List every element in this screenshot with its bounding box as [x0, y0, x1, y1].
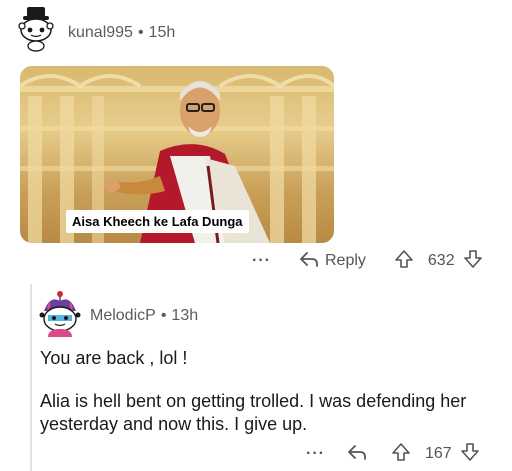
downvote-arrow-icon[interactable] — [460, 442, 480, 467]
username[interactable]: MelodicP — [90, 307, 156, 324]
more-options-button[interactable]: ··· — [252, 252, 271, 270]
thread-line[interactable] — [30, 284, 32, 471]
comment-actions: ··· Reply 632 — [252, 248, 483, 274]
comment-age: 13h — [171, 307, 199, 324]
user-avatar-snoo[interactable] — [36, 289, 84, 339]
separator-dot: • — [137, 24, 144, 41]
vote-count: 167 — [424, 445, 452, 462]
comment-actions: ··· 167 — [306, 441, 480, 467]
vote-count: 632 — [427, 252, 455, 269]
snoo-avatar-icon — [39, 291, 81, 337]
reply-arrow-icon[interactable] — [347, 443, 367, 466]
reply-button-label[interactable]: Reply — [325, 252, 366, 270]
comment-meta: MelodicP • 13h — [90, 307, 198, 325]
more-options-button[interactable]: ··· — [306, 445, 325, 463]
user-avatar-snoo[interactable] — [14, 6, 58, 52]
upvote-arrow-icon[interactable] — [391, 442, 411, 467]
snoo-avatar-icon — [18, 7, 54, 52]
separator-dot: • — [160, 307, 167, 324]
username[interactable]: kunal995 — [68, 24, 133, 41]
comment-age: 15h — [148, 24, 176, 41]
comment-text-line: You are back , lol ! — [40, 348, 188, 368]
comment-meta: kunal995 • 15h — [68, 24, 175, 42]
comment-text-paragraph: Alia is hell bent on getting trolled. I … — [40, 391, 467, 434]
downvote-arrow-icon[interactable] — [463, 249, 483, 274]
reply-arrow-icon[interactable] — [299, 250, 319, 273]
upvote-arrow-icon[interactable] — [394, 249, 414, 274]
meme-caption: Aisa Kheech ke Lafa Dunga — [66, 210, 249, 233]
